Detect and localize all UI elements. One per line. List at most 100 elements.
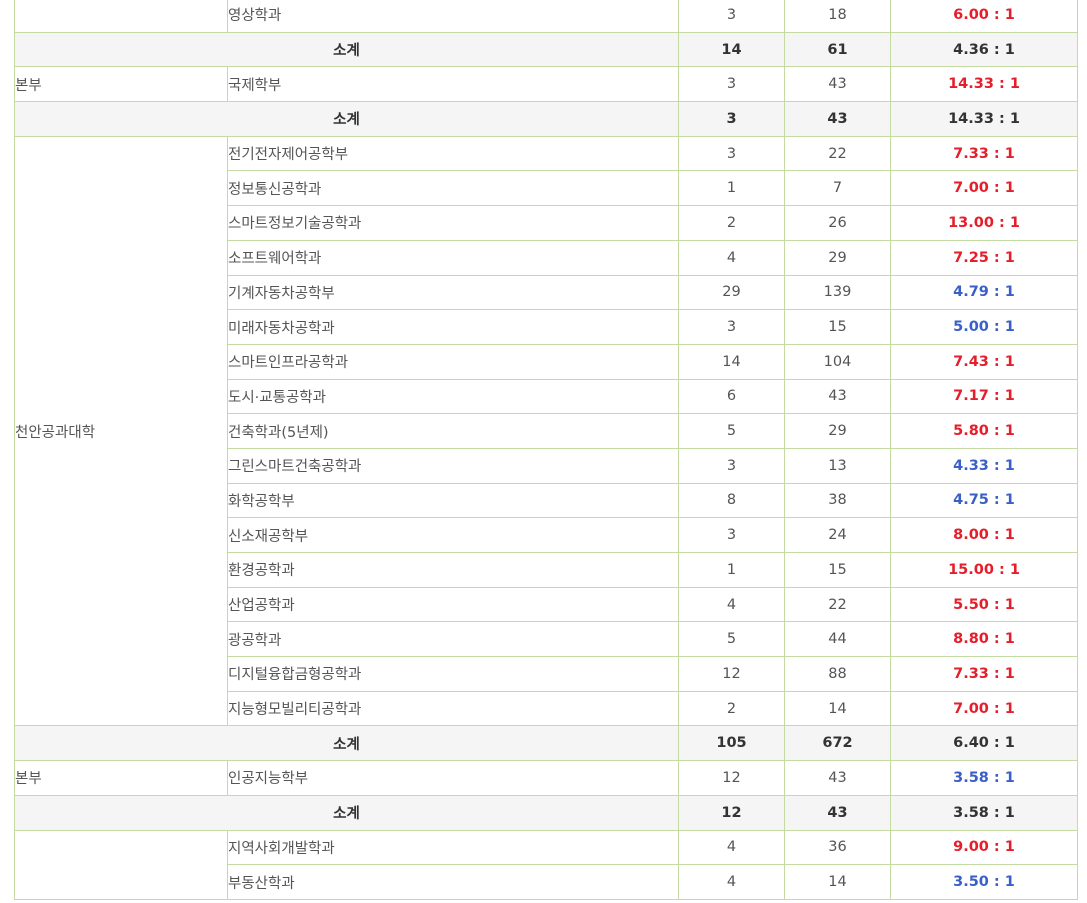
applicants-cell: 104 <box>784 343 891 380</box>
table-wrapper: 영상학과 3 18 6.00 : 1 소계 14 61 4.36 : 1 본부 국제학부 3 43 14… <box>14 0 1078 900</box>
subtotal-label: 소계 <box>14 101 679 137</box>
rate-cell: 5.80 : 1 <box>890 413 1078 449</box>
quota-cell: 29 <box>678 274 785 311</box>
rate-cell: 5.00 : 1 <box>890 309 1078 345</box>
department-cell: 건축학과(5년제) <box>227 413 679 449</box>
department-cell: 지능형모빌리티공학과 <box>227 690 679 727</box>
department-cell: 부동산학과 <box>227 864 679 900</box>
subtotal-row: 소계 12 43 3.58 : 1 <box>14 794 1078 831</box>
applicants-cell: 88 <box>784 656 891 692</box>
applicants-cell: 22 <box>784 135 891 172</box>
rate-cell: 15.00 : 1 <box>890 552 1078 588</box>
department-cell: 미래자동차공학과 <box>227 309 679 345</box>
rate-cell: 7.33 : 1 <box>890 656 1078 692</box>
department-cell: 기계자동차공학부 <box>227 274 679 311</box>
applicants-cell: 43 <box>784 378 891 415</box>
department-cell: 산업공학과 <box>227 586 679 623</box>
table-row: 천안공과대학 전기전자제어공학부 3 22 7.33 : 1 <box>14 135 1078 727</box>
applicants-cell: 36 <box>784 829 891 866</box>
subtotal-quota: 3 <box>678 101 785 137</box>
table-row: 지역사회개발학과 4 36 9.00 : 1 <box>14 829 1078 900</box>
college-cell: 본부 <box>14 66 228 103</box>
applicants-cell: 29 <box>784 413 891 449</box>
quota-cell: 12 <box>678 656 785 692</box>
quota-cell: 4 <box>678 864 785 900</box>
applicants-cell: 14 <box>784 690 891 727</box>
rate-cell: 7.00 : 1 <box>890 170 1078 207</box>
quota-cell: 4 <box>678 829 785 866</box>
rate-cell: 7.17 : 1 <box>890 378 1078 415</box>
rate-cell: 4.79 : 1 <box>890 274 1078 311</box>
quota-cell: 3 <box>678 135 785 172</box>
quota-cell: 2 <box>678 690 785 727</box>
applicants-cell: 14 <box>784 864 891 900</box>
rate-cell: 8.80 : 1 <box>890 621 1078 658</box>
department-cell: 스마트정보기술공학과 <box>227 205 679 241</box>
subtotal-label: 소계 <box>14 31 679 68</box>
table-row: 영상학과 3 18 6.00 : 1 <box>14 0 1078 33</box>
applicants-cell: 139 <box>784 274 891 311</box>
college-cell <box>14 829 228 900</box>
table-row: 본부 국제학부 3 43 14.33 : 1 <box>14 66 1078 103</box>
quota-cell: 3 <box>678 0 785 33</box>
quota-cell: 3 <box>678 517 785 553</box>
quota-cell: 12 <box>678 760 785 796</box>
rate-cell: 8.00 : 1 <box>890 517 1078 553</box>
rate-cell: 7.43 : 1 <box>890 343 1078 380</box>
rate-cell: 4.75 : 1 <box>890 482 1078 519</box>
rate-cell: 3.58 : 1 <box>890 760 1078 796</box>
quota-cell: 4 <box>678 239 785 276</box>
table-row: 본부 인공지능학부 12 43 3.58 : 1 <box>14 760 1078 796</box>
subtotal-label: 소계 <box>14 725 679 762</box>
subtotal-rate: 6.40 : 1 <box>890 725 1078 762</box>
department-cell: 광공학과 <box>227 621 679 658</box>
rate-cell: 7.00 : 1 <box>890 690 1078 727</box>
quota-cell: 1 <box>678 552 785 588</box>
department-cell: 지역사회개발학과 <box>227 829 679 866</box>
subtotal-rate: 4.36 : 1 <box>890 31 1078 68</box>
department-cell: 도시·교통공학과 <box>227 378 679 415</box>
college-cell: 본부 <box>14 760 228 796</box>
department-cell: 신소재공학부 <box>227 517 679 553</box>
quota-cell: 1 <box>678 170 785 207</box>
applicants-cell: 24 <box>784 517 891 553</box>
subtotal-applicants: 61 <box>784 31 891 68</box>
department-cell: 환경공학과 <box>227 552 679 588</box>
department-cell: 디지털융합금형공학과 <box>227 656 679 692</box>
department-cell: 정보통신공학과 <box>227 170 679 207</box>
subtotal-applicants: 43 <box>784 794 891 831</box>
rate-cell: 5.50 : 1 <box>890 586 1078 623</box>
quota-cell: 3 <box>678 309 785 345</box>
quota-cell: 5 <box>678 621 785 658</box>
quota-cell: 2 <box>678 205 785 241</box>
subtotal-rate: 14.33 : 1 <box>890 101 1078 137</box>
college-cell <box>14 0 228 33</box>
competition-rate-table: 영상학과 3 18 6.00 : 1 소계 14 61 4.36 : 1 본부 국제학부 3 43 14… <box>14 0 1078 900</box>
applicants-cell: 29 <box>784 239 891 276</box>
subtotal-quota: 14 <box>678 31 785 68</box>
department-cell: 스마트인프라공학과 <box>227 343 679 380</box>
department-cell: 소프트웨어학과 <box>227 239 679 276</box>
applicants-cell: 43 <box>784 66 891 103</box>
quota-cell: 6 <box>678 378 785 415</box>
applicants-cell: 15 <box>784 309 891 345</box>
applicants-cell: 43 <box>784 760 891 796</box>
applicants-cell: 18 <box>784 0 891 33</box>
rate-cell: 9.00 : 1 <box>890 829 1078 866</box>
department-cell: 국제학부 <box>227 66 679 103</box>
rate-cell: 13.00 : 1 <box>890 205 1078 241</box>
rate-cell: 6.00 : 1 <box>890 0 1078 33</box>
rate-cell: 3.50 : 1 <box>890 864 1078 900</box>
subtotal-applicants: 672 <box>784 725 891 762</box>
quota-cell: 5 <box>678 413 785 449</box>
subtotal-label: 소계 <box>14 794 679 831</box>
department-cell: 인공지능학부 <box>227 760 679 796</box>
department-cell: 화학공학부 <box>227 482 679 519</box>
rate-cell: 14.33 : 1 <box>890 66 1078 103</box>
subtotal-row: 소계 14 61 4.36 : 1 <box>14 31 1078 68</box>
subtotal-rate: 3.58 : 1 <box>890 794 1078 831</box>
subtotal-quota: 12 <box>678 794 785 831</box>
department-cell: 그린스마트건축공학과 <box>227 447 679 484</box>
quota-cell: 8 <box>678 482 785 519</box>
department-cell: 전기전자제어공학부 <box>227 135 679 172</box>
